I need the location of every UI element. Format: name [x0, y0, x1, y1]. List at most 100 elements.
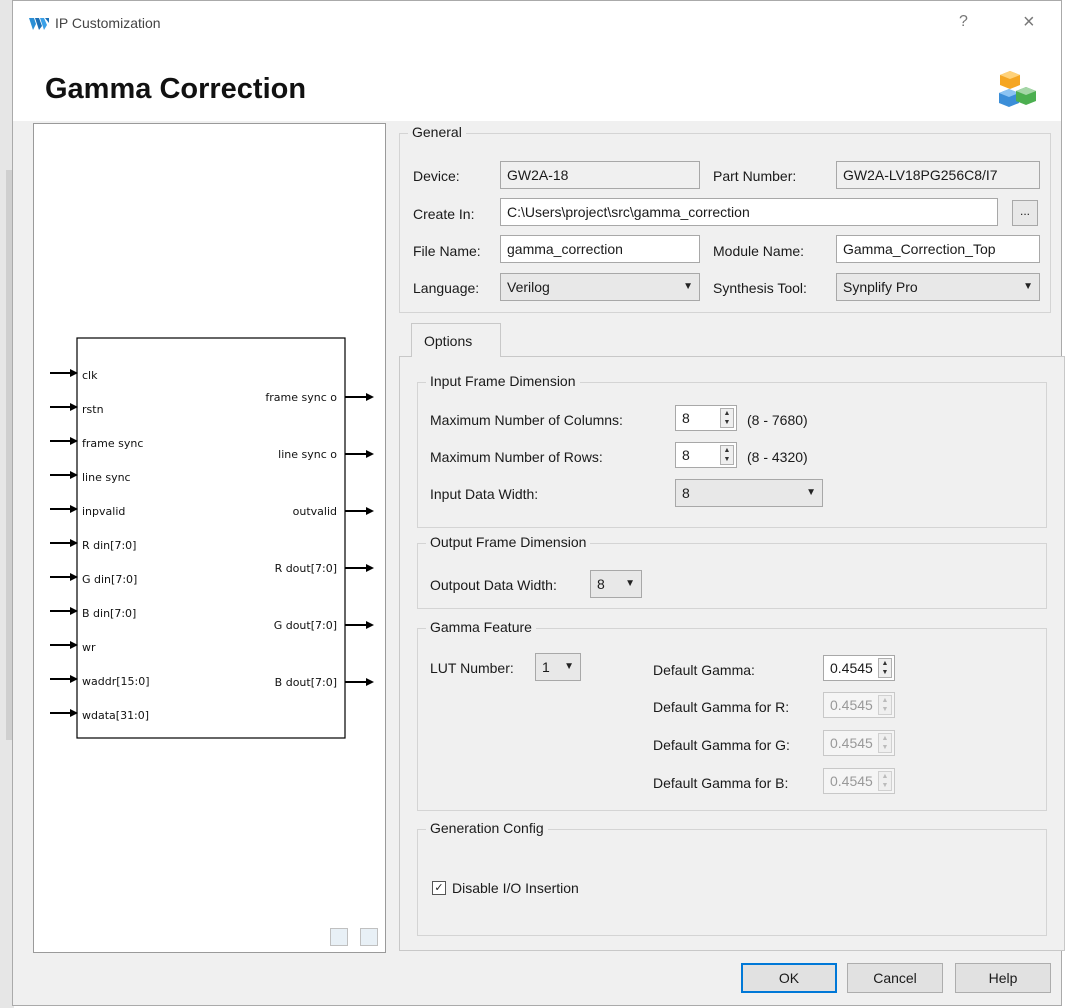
gamma-b-label: Default Gamma for B:: [653, 775, 789, 791]
output-port: frame sync o: [265, 391, 374, 404]
gamma-g-spinbox: 0.4545 ▲ ▼: [823, 730, 895, 756]
cancel-button[interactable]: Cancel: [847, 963, 943, 993]
max-columns-range: (8 - 7680): [747, 412, 808, 428]
input-port-label: clk: [82, 369, 98, 382]
input-port: clk: [50, 369, 98, 382]
input-port-label: rstn: [82, 403, 104, 416]
chevron-down-icon: ▼: [1023, 281, 1033, 292]
device-label: Device:: [413, 168, 460, 184]
ip-cubes-icon: [999, 71, 1036, 107]
output-frame-legend: Output Frame Dimension: [426, 534, 591, 550]
input-data-width-dropdown[interactable]: 8 ▼: [675, 479, 823, 507]
lut-number-value: 1: [542, 659, 550, 675]
output-data-width-dropdown[interactable]: 8 ▼: [590, 570, 642, 598]
browse-button[interactable]: ...: [1012, 200, 1038, 226]
schematic-canvas: clk rstn frame sync line sync inpvalid R din[…: [50, 337, 374, 739]
file-name-field[interactable]: gamma_correction: [500, 235, 700, 263]
language-dropdown[interactable]: Verilog ▼: [500, 273, 700, 301]
max-rows-value: 8: [682, 447, 690, 463]
language-label: Language:: [413, 280, 480, 296]
disable-io-checkbox[interactable]: ✓: [432, 881, 446, 895]
input-port: waddr[15:0]: [50, 675, 150, 688]
module-name-field[interactable]: Gamma_Correction_Top: [836, 235, 1040, 263]
input-port: wdata[31:0]: [50, 709, 149, 722]
chevron-down-icon: ▼: [625, 578, 635, 589]
part-number-label: Part Number:: [713, 168, 797, 184]
gamma-feature-legend: Gamma Feature: [426, 619, 536, 635]
input-port: wr: [50, 641, 96, 654]
input-port: B din[7:0]: [50, 607, 136, 620]
lut-number-label: LUT Number:: [430, 660, 514, 676]
generation-config-legend: Generation Config: [426, 820, 548, 836]
zoom-in-icon[interactable]: [330, 928, 348, 946]
synthesis-tool-dropdown[interactable]: Synplify Pro ▼: [836, 273, 1040, 301]
default-gamma-spinbox[interactable]: 0.4545 ▲ ▼: [823, 655, 895, 681]
input-port: G din[7:0]: [50, 573, 137, 586]
spin-arrows-icon[interactable]: ▲ ▼: [720, 445, 734, 465]
input-data-width-label: Input Data Width:: [430, 486, 539, 502]
spin-arrows-icon[interactable]: ▲ ▼: [878, 658, 892, 678]
input-port: inpvalid: [50, 505, 125, 518]
tab-options[interactable]: Options: [411, 323, 501, 357]
input-port: R din[7:0]: [50, 539, 136, 552]
output-port-label: line sync o: [278, 448, 337, 461]
dialog-header: Gamma Correction: [13, 49, 1061, 121]
chevron-down-icon: ▼: [683, 281, 693, 292]
input-port-label: wr: [82, 641, 96, 654]
gowin-logo-icon: [29, 18, 49, 30]
default-gamma-value: 0.4545: [830, 660, 873, 676]
close-icon[interactable]: ×: [1023, 11, 1035, 34]
output-data-width-label: Outpout Data Width:: [430, 577, 557, 593]
gamma-g-value: 0.4545: [830, 735, 873, 751]
language-value: Verilog: [507, 279, 550, 295]
zoom-out-icon[interactable]: [360, 928, 378, 946]
output-data-width-value: 8: [597, 576, 605, 592]
chevron-down-icon: ▼: [806, 487, 816, 498]
max-rows-range: (8 - 4320): [747, 449, 808, 465]
gamma-feature-group: Gamma Feature LUT Number: 1 ▼ Default Ga…: [417, 619, 1047, 811]
output-port-label: R dout[7:0]: [275, 562, 337, 575]
output-port: outvalid: [293, 505, 374, 518]
help-button[interactable]: Help: [955, 963, 1051, 993]
synthesis-tool-value: Synplify Pro: [843, 279, 918, 295]
default-gamma-label: Default Gamma:: [653, 662, 755, 678]
file-name-label: File Name:: [413, 243, 481, 259]
input-port: line sync: [50, 471, 131, 484]
ok-button[interactable]: OK: [741, 963, 837, 993]
gamma-r-label: Default Gamma for R:: [653, 699, 790, 715]
input-port-label: waddr[15:0]: [82, 675, 150, 688]
input-port-label: B din[7:0]: [82, 607, 136, 620]
module-name-label: Module Name:: [713, 243, 805, 259]
options-panel: Input Frame Dimension Maximum Number of …: [399, 356, 1065, 951]
input-port-label: wdata[31:0]: [82, 709, 149, 722]
ip-customization-dialog: IP Customization ? × Gamma Correction cl…: [12, 0, 1065, 1006]
lut-number-dropdown[interactable]: 1 ▼: [535, 653, 581, 681]
create-in-label: Create In:: [413, 206, 475, 222]
gamma-g-label: Default Gamma for G:: [653, 737, 790, 753]
help-icon[interactable]: ?: [959, 13, 968, 31]
input-frame-group: Input Frame Dimension Maximum Number of …: [417, 373, 1047, 528]
spin-arrows-icon[interactable]: ▲ ▼: [720, 408, 734, 428]
output-frame-group: Output Frame Dimension Outpout Data Widt…: [417, 534, 1047, 609]
output-port-label: G dout[7:0]: [274, 619, 337, 632]
max-rows-spinbox[interactable]: 8 ▲ ▼: [675, 442, 737, 468]
input-port-label: R din[7:0]: [82, 539, 136, 552]
chevron-down-icon: ▼: [564, 661, 574, 672]
gamma-r-value: 0.4545: [830, 697, 873, 713]
input-frame-legend: Input Frame Dimension: [426, 373, 580, 389]
gamma-b-value: 0.4545: [830, 773, 873, 789]
output-port: B dout[7:0]: [275, 676, 374, 689]
input-port-label: inpvalid: [82, 505, 125, 518]
title-bar: IP Customization ? ×: [13, 1, 1061, 49]
page-title: Gamma Correction: [45, 73, 307, 105]
create-in-field[interactable]: C:\Users\project\src\gamma_correction: [500, 198, 998, 226]
general-group: General Device: GW2A-18 Part Number: GW2…: [399, 124, 1051, 313]
spin-arrows-icon: ▲ ▼: [878, 771, 892, 791]
input-data-width-value: 8: [682, 485, 690, 501]
output-port: line sync o: [278, 448, 374, 461]
output-port: R dout[7:0]: [275, 562, 374, 575]
max-columns-spinbox[interactable]: 8 ▲ ▼: [675, 405, 737, 431]
part-number-field: GW2A-LV18PG256C8/I7: [836, 161, 1040, 189]
gamma-r-spinbox: 0.4545 ▲ ▼: [823, 692, 895, 718]
spin-arrows-icon: ▲ ▼: [878, 695, 892, 715]
